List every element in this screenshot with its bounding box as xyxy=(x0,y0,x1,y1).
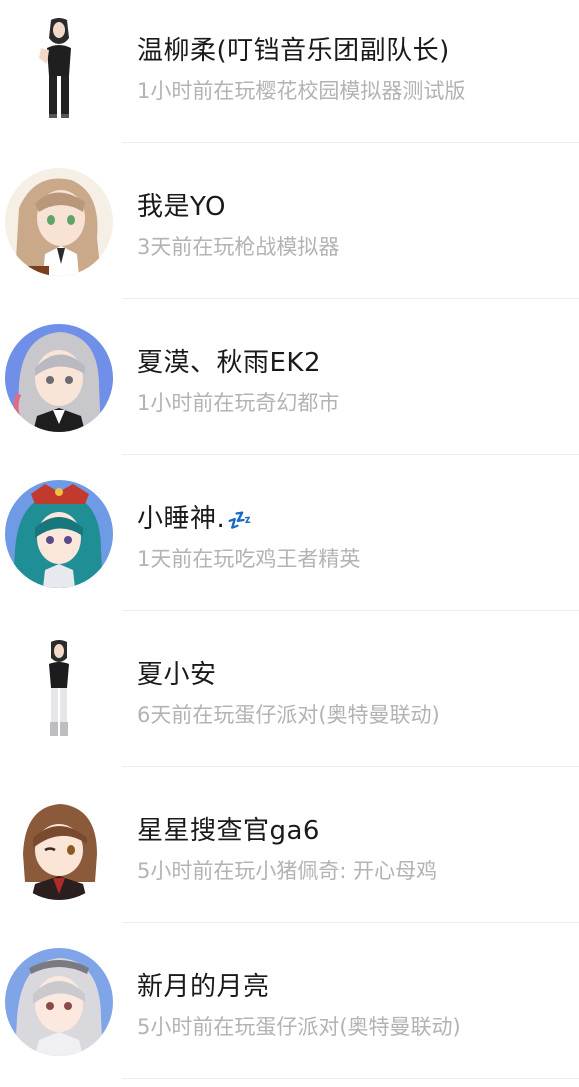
friend-status: 6天前在玩蛋仔派对(奥特曼联动) xyxy=(137,703,440,727)
friend-name[interactable]: 星星搜查官ga6 xyxy=(137,810,320,847)
anime-girl-avatar[interactable] xyxy=(5,324,113,432)
character-figure-avatar[interactable] xyxy=(5,636,113,744)
anime-girl-avatar[interactable] xyxy=(5,168,113,276)
anime-girl-avatar[interactable] xyxy=(5,948,113,1056)
friend-name[interactable]: 新月的月亮 xyxy=(137,966,270,1003)
friend-list: 温柳柔(叮铛音乐团副队长) 1小时前在玩樱花校园模拟器测试版 我是YO 3天前在… xyxy=(0,0,579,1079)
friend-status: 1小时前在玩樱花校园模拟器测试版 xyxy=(137,79,466,103)
friend-list-item[interactable]: 夏漠、秋雨EK2 1小时前在玩奇幻都市 xyxy=(0,299,579,455)
friend-status: 5小时前在玩蛋仔派对(奥特曼联动) xyxy=(137,1015,461,1039)
friend-list-item[interactable]: 星星搜查官ga6 5小时前在玩小猪佩奇: 开心母鸡 xyxy=(0,767,579,923)
friend-status: 5小时前在玩小猪佩奇: 开心母鸡 xyxy=(137,859,438,883)
friend-status: 1天前在玩吃鸡王者精英 xyxy=(137,547,361,571)
friend-status: 1小时前在玩奇幻都市 xyxy=(137,391,340,415)
friend-list-item[interactable]: 我是YO 3天前在玩枪战模拟器 xyxy=(0,143,579,299)
friend-list-item[interactable]: 小睡神. 💤 1天前在玩吃鸡王者精英 xyxy=(0,455,579,611)
friend-name[interactable]: 我是YO xyxy=(137,186,226,223)
divider xyxy=(122,1078,579,1079)
character-figure-avatar[interactable] xyxy=(5,14,113,122)
friend-name[interactable]: 小睡神. 💤 xyxy=(137,498,253,535)
friend-list-item[interactable]: 新月的月亮 5小时前在玩蛋仔派对(奥特曼联动) xyxy=(0,923,579,1079)
friend-name[interactable]: 温柳柔(叮铛音乐团副队长) xyxy=(137,30,450,67)
friend-status: 3天前在玩枪战模拟器 xyxy=(137,235,340,259)
friend-list-item[interactable]: 温柳柔(叮铛音乐团副队长) 1小时前在玩樱花校园模拟器测试版 xyxy=(0,0,579,143)
sleep-emoji-icon: 💤 xyxy=(227,508,253,532)
friend-name[interactable]: 夏小安 xyxy=(137,654,217,691)
anime-girl-avatar[interactable] xyxy=(5,480,113,588)
anime-girl-avatar[interactable] xyxy=(5,792,113,900)
friend-name-text: 小睡神. xyxy=(137,504,226,534)
friend-list-item[interactable]: 夏小安 6天前在玩蛋仔派对(奥特曼联动) xyxy=(0,611,579,767)
friend-name[interactable]: 夏漠、秋雨EK2 xyxy=(137,342,321,379)
